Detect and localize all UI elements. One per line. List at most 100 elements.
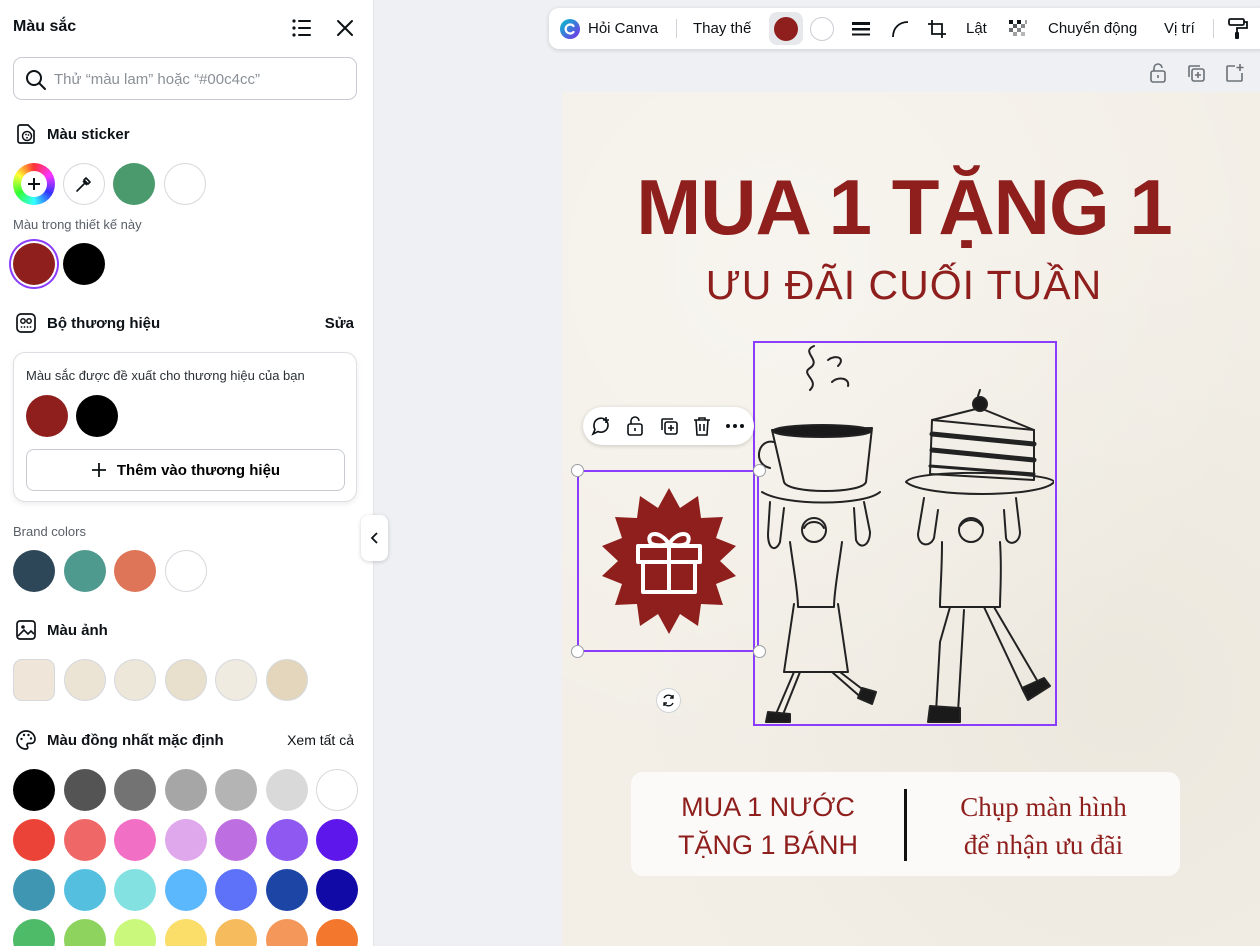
add-comment-icon[interactable] [590, 415, 612, 437]
brand-color-swatch[interactable] [63, 550, 106, 592]
default-color-swatch[interactable] [13, 919, 55, 946]
lock-page-icon[interactable] [1147, 62, 1169, 84]
offer-right-text[interactable]: Chụp màn hình để nhận ưu đãi [907, 788, 1180, 864]
copy-style-button[interactable] [1227, 8, 1249, 49]
eyedropper-button[interactable] [63, 163, 105, 205]
default-color-swatch[interactable] [265, 869, 308, 911]
plus-icon [21, 171, 47, 197]
lock-icon[interactable] [624, 415, 646, 437]
position-button[interactable]: Vị trí [1164, 8, 1195, 49]
secondary-color-button[interactable] [810, 8, 834, 49]
default-color-swatch[interactable] [164, 919, 207, 946]
fill-color-button[interactable] [769, 12, 803, 45]
default-color-swatch[interactable] [114, 819, 156, 861]
default-color-swatch[interactable] [265, 819, 308, 861]
default-color-swatch[interactable] [215, 919, 257, 946]
sticker-colors-title: Màu sticker [47, 126, 130, 143]
default-color-swatch[interactable] [215, 869, 257, 911]
photo-color-swatch[interactable] [215, 659, 257, 701]
default-color-swatch[interactable] [215, 769, 257, 811]
transparency-button[interactable] [1007, 8, 1029, 49]
brand-suggestion-swatch[interactable] [76, 395, 118, 437]
add-to-brand-button[interactable]: Thêm vào thương hiệu [26, 449, 345, 491]
default-color-swatch[interactable] [114, 919, 156, 946]
default-color-swatch[interactable] [316, 919, 358, 946]
sticker-swatch[interactable] [113, 163, 155, 205]
more-options-icon[interactable] [724, 415, 746, 437]
default-color-swatch[interactable] [63, 819, 106, 861]
photo-color-swatch[interactable] [265, 659, 308, 701]
color-panel: Màu sắc Màu sticker Màu trong thiết kế n… [0, 0, 374, 946]
default-color-swatch[interactable] [164, 819, 207, 861]
offer-left-text[interactable]: MUA 1 NƯỚC TẶNG 1 BÁNH [631, 788, 905, 864]
default-color-swatch[interactable] [316, 869, 358, 911]
default-color-swatch[interactable] [265, 769, 308, 811]
ask-canva-label: Hỏi Canva [588, 20, 659, 37]
resize-handle-top-left[interactable] [571, 464, 584, 477]
ask-canva-button[interactable]: Hỏi Canva [559, 8, 658, 49]
photo-color-swatch[interactable] [13, 659, 55, 701]
close-icon[interactable] [333, 16, 357, 40]
chevron-left-icon [370, 532, 378, 544]
headline-text[interactable]: MUA 1 TẶNG 1 [562, 162, 1246, 253]
default-color-swatch[interactable] [316, 769, 358, 811]
rotate-icon [663, 694, 674, 707]
panel-title: Màu sắc [13, 18, 77, 35]
default-color-swatch[interactable] [265, 919, 308, 946]
photo-color-swatch[interactable] [63, 659, 106, 701]
default-color-swatch[interactable] [13, 819, 55, 861]
default-color-swatch[interactable] [13, 869, 55, 911]
default-color-swatch[interactable] [114, 769, 156, 811]
collapse-panel-button[interactable] [361, 515, 388, 561]
corner-rounding-button[interactable] [889, 8, 911, 49]
toolbar-divider [676, 19, 677, 38]
offer-box[interactable]: MUA 1 NƯỚC TẶNG 1 BÁNH Chụp màn hình để … [631, 772, 1180, 876]
palette-icon [14, 728, 38, 752]
duplicate-page-icon[interactable] [1185, 62, 1207, 84]
add-page-icon[interactable] [1223, 62, 1245, 84]
animate-button[interactable]: Chuyển động [1048, 8, 1137, 49]
flip-label: Lật [966, 20, 987, 37]
border-style-button[interactable] [850, 8, 872, 49]
default-color-swatch[interactable] [164, 769, 207, 811]
default-color-swatch[interactable] [316, 819, 358, 861]
replace-button[interactable]: Thay thế [693, 8, 751, 49]
resize-handle-bottom-right[interactable] [753, 645, 766, 658]
default-color-swatch[interactable] [164, 869, 207, 911]
brand-suggestion-swatch[interactable] [26, 395, 68, 437]
add-color-button[interactable] [13, 163, 55, 205]
flip-button[interactable]: Lật [966, 8, 987, 49]
brand-color-swatch[interactable] [114, 550, 156, 592]
default-color-swatch[interactable] [63, 919, 106, 946]
sticker-palette-icon [14, 122, 38, 146]
crop-button[interactable] [926, 8, 948, 49]
corner-rounding-icon [892, 20, 909, 37]
photo-color-swatch[interactable] [114, 659, 156, 701]
brand-suggestion-text: Màu sắc được đề xuất cho thương hiệu của… [26, 368, 305, 383]
default-color-swatch[interactable] [63, 769, 106, 811]
rotate-handle[interactable] [656, 688, 681, 713]
default-color-swatch[interactable] [114, 869, 156, 911]
design-swatch[interactable] [63, 243, 105, 285]
color-search-field[interactable] [13, 57, 357, 100]
trash-icon[interactable] [691, 415, 713, 437]
list-view-icon[interactable] [290, 16, 314, 40]
default-color-swatch[interactable] [13, 769, 55, 811]
photo-color-swatch[interactable] [164, 659, 207, 701]
brand-color-swatch[interactable] [164, 550, 207, 592]
search-input[interactable] [54, 67, 349, 91]
resize-handle-top-right[interactable] [753, 464, 766, 477]
brand-color-swatch[interactable] [13, 550, 55, 592]
design-swatch-selected[interactable] [13, 243, 55, 285]
see-all-link[interactable]: Xem tất cả [287, 732, 354, 748]
brand-kit-edit-link[interactable]: Sửa [325, 315, 354, 332]
brand-colors-label: Brand colors [13, 524, 86, 539]
add-to-brand-label: Thêm vào thương hiệu [116, 461, 281, 479]
sticker-swatch[interactable] [164, 163, 206, 205]
duplicate-icon[interactable] [658, 415, 680, 437]
default-color-swatch[interactable] [63, 869, 106, 911]
resize-handle-bottom-left[interactable] [571, 645, 584, 658]
design-colors-label: Màu trong thiết kế này [13, 217, 142, 232]
default-color-swatch[interactable] [215, 819, 257, 861]
subhead-text[interactable]: ƯU ĐÃI CUỐI TUẦN [562, 262, 1246, 309]
